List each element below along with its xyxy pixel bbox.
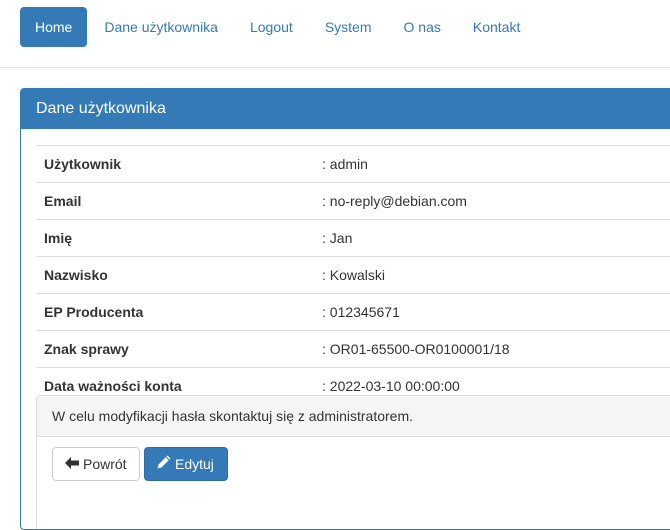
row-key-email: Email	[36, 182, 314, 220]
table-row: EP Producenta : 012345671	[36, 293, 670, 331]
nav-link-about[interactable]: O nas	[389, 7, 456, 47]
row-value-producer-ep: : 012345671	[314, 293, 670, 331]
nav-menu: Home Dane użytkownika Logout System O na…	[20, 7, 537, 47]
back-button[interactable]: Powrót	[52, 447, 140, 481]
user-data-panel: Dane użytkownika Użytkownik : admin Emai…	[20, 88, 670, 530]
row-value-last-name: : Kowalski	[314, 256, 670, 294]
edit-button-label: Edytuj	[175, 456, 214, 472]
nav-item-system: System	[310, 7, 387, 47]
back-button-label: Powrót	[83, 456, 127, 472]
nav-item-home: Home	[20, 7, 88, 47]
password-notice-panel: W celu modyfikacji hasła skontaktuj się …	[36, 395, 670, 529]
nav-link-system[interactable]: System	[310, 7, 387, 47]
user-info-table: Użytkownik : admin Email : no-reply@debi…	[36, 145, 670, 404]
row-key-first-name: Imię	[36, 219, 314, 257]
row-value-email: : no-reply@debian.com	[314, 182, 670, 220]
row-value-first-name: : Jan	[314, 219, 670, 257]
panel-title: Dane użytkownika	[21, 89, 670, 129]
password-notice-text: W celu modyfikacji hasła skontaktuj się …	[37, 396, 670, 437]
row-key-case-number: Znak sprawy	[36, 330, 314, 368]
nav-item-contact: Kontakt	[458, 7, 535, 47]
nav-item-user-data: Dane użytkownika	[89, 7, 233, 47]
pencil-icon	[157, 448, 171, 480]
table-row: Użytkownik : admin	[36, 145, 670, 183]
table-row: Nazwisko : Kowalski	[36, 256, 670, 294]
row-value-case-number: : OR01-65500-OR0100001/18	[314, 330, 670, 368]
table-row: Imię : Jan	[36, 219, 670, 257]
row-key-last-name: Nazwisko	[36, 256, 314, 294]
top-navbar: Home Dane użytkownika Logout System O na…	[0, 0, 670, 68]
table-row: Znak sprawy : OR01-65500-OR0100001/18	[36, 330, 670, 368]
nav-item-logout: Logout	[235, 7, 308, 47]
nav-item-about: O nas	[389, 7, 456, 47]
arrow-left-icon	[65, 448, 79, 480]
nav-link-contact[interactable]: Kontakt	[458, 7, 535, 47]
edit-button[interactable]: Edytuj	[144, 447, 228, 481]
row-value-username: : admin	[314, 145, 670, 183]
nav-link-home[interactable]: Home	[20, 7, 88, 47]
table-row: Email : no-reply@debian.com	[36, 182, 670, 220]
row-key-username: Użytkownik	[36, 145, 314, 183]
action-buttons: Powrót Edytuj	[37, 437, 670, 529]
nav-link-logout[interactable]: Logout	[235, 7, 308, 47]
row-key-producer-ep: EP Producenta	[36, 293, 314, 331]
nav-link-user-data[interactable]: Dane użytkownika	[89, 7, 233, 47]
